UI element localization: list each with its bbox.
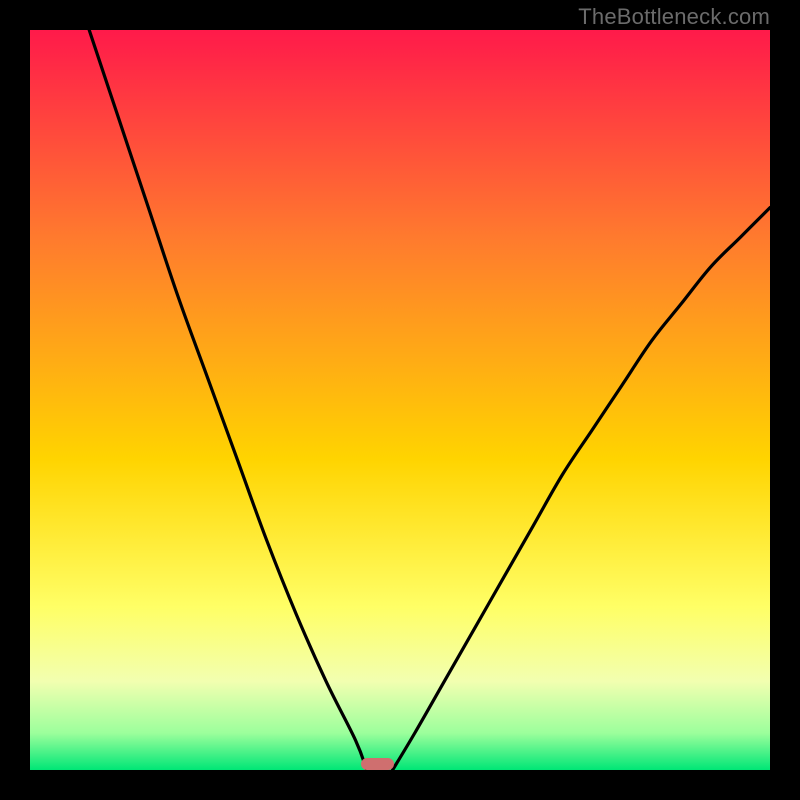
plot-area <box>30 30 770 770</box>
curve-layer <box>30 30 770 770</box>
right-branch <box>393 208 770 770</box>
left-branch <box>89 30 367 770</box>
watermark-text: TheBottleneck.com <box>578 4 770 30</box>
chart-frame: TheBottleneck.com <box>0 0 800 800</box>
minimum-marker <box>361 758 394 770</box>
